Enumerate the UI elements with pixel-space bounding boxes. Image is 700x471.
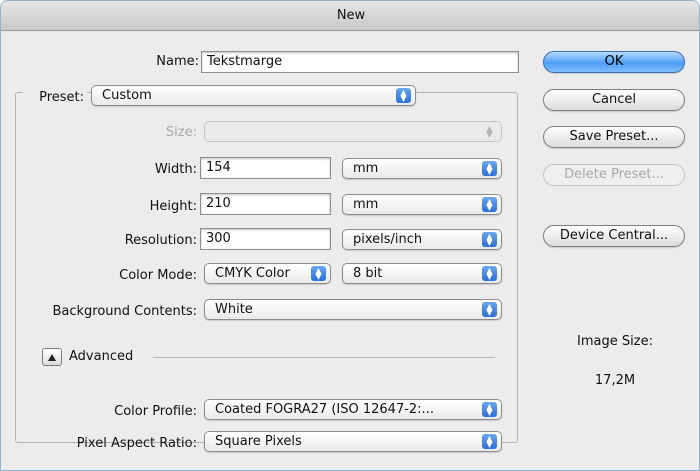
cancel-button[interactable]: Cancel xyxy=(543,89,685,111)
image-size-value: 17,2M xyxy=(594,373,636,388)
preset-label: Preset: xyxy=(23,90,87,105)
image-size-label: Image Size: xyxy=(577,334,653,349)
size-select: ▲ ▼ xyxy=(204,121,502,142)
save-preset-button[interactable]: Save Preset... xyxy=(543,126,685,148)
background-contents-select[interactable]: White ▲ ▼ xyxy=(204,299,502,320)
color-mode-value: CMYK Color xyxy=(215,266,290,281)
updown-arrows-icon: ▲ ▼ xyxy=(482,161,497,176)
color-mode-label: Color Mode: xyxy=(119,268,197,283)
advanced-label: Advanced xyxy=(69,349,134,364)
delete-preset-button: Delete Preset... xyxy=(543,164,685,186)
updown-arrows-icon: ▲ ▼ xyxy=(482,402,497,417)
ok-button[interactable]: OK xyxy=(543,51,685,73)
width-input[interactable]: 154 xyxy=(200,157,331,179)
preset-select-value: Custom xyxy=(102,88,152,103)
color-profile-label: Color Profile: xyxy=(114,404,197,419)
height-input[interactable]: 210 xyxy=(200,193,331,215)
resolution-unit-value: pixels/inch xyxy=(353,232,423,247)
dialog-title: New xyxy=(1,1,699,31)
updown-arrows-icon: ▲ ▼ xyxy=(486,124,493,139)
size-label: Size: xyxy=(165,125,197,140)
updown-arrows-icon: ▲ ▼ xyxy=(396,88,411,103)
height-unit-value: mm xyxy=(353,197,379,212)
width-label: Width: xyxy=(154,162,197,177)
bit-depth-value: 8 bit xyxy=(353,266,383,281)
height-unit-select[interactable]: mm ▲ ▼ xyxy=(342,194,502,215)
pixel-aspect-ratio-value: Square Pixels xyxy=(215,434,302,449)
resolution-unit-select[interactable]: pixels/inch ▲ ▼ xyxy=(342,229,502,250)
width-unit-select[interactable]: mm ▲ ▼ xyxy=(342,158,502,179)
pixel-aspect-ratio-label: Pixel Aspect Ratio: xyxy=(76,436,197,451)
name-label: Name: xyxy=(156,54,199,69)
width-unit-value: mm xyxy=(353,161,379,176)
updown-arrows-icon: ▲ ▼ xyxy=(482,232,497,247)
background-contents-value: White xyxy=(215,302,253,317)
color-mode-select[interactable]: CMYK Color ▲ ▼ xyxy=(204,263,331,284)
background-contents-label: Background Contents: xyxy=(52,304,197,319)
updown-arrows-icon: ▲ ▼ xyxy=(482,197,497,212)
preset-select[interactable]: Custom ▲ ▼ xyxy=(91,85,416,106)
device-central-button[interactable]: Device Central... xyxy=(543,225,685,247)
height-label: Height: xyxy=(149,199,197,214)
color-profile-value: Coated FOGRA27 (ISO 12647-2:... xyxy=(215,402,434,417)
resolution-label: Resolution: xyxy=(124,233,197,248)
new-document-dialog: New Name: Tekstmarge Preset: Custom ▲ ▼ S… xyxy=(0,0,700,471)
advanced-disclosure-button[interactable] xyxy=(42,348,62,366)
color-profile-select[interactable]: Coated FOGRA27 (ISO 12647-2:... ▲ ▼ xyxy=(204,399,502,420)
updown-arrows-icon: ▲ ▼ xyxy=(482,302,497,317)
updown-arrows-icon: ▲ ▼ xyxy=(311,266,326,281)
bit-depth-select[interactable]: 8 bit ▲ ▼ xyxy=(342,263,502,284)
name-input[interactable]: Tekstmarge xyxy=(201,51,519,73)
pixel-aspect-ratio-select[interactable]: Square Pixels ▲ ▼ xyxy=(204,431,502,452)
updown-arrows-icon: ▲ ▼ xyxy=(482,266,497,281)
updown-arrows-icon: ▲ ▼ xyxy=(482,434,497,449)
disclosure-triangle-up-icon xyxy=(48,354,56,361)
advanced-divider xyxy=(153,357,495,358)
resolution-input[interactable]: 300 xyxy=(200,228,331,250)
